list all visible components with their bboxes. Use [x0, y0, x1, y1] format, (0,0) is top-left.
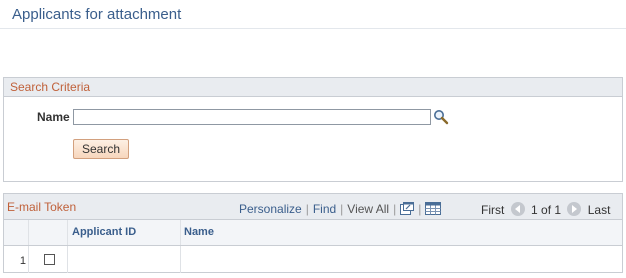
grid-title: E-mail Token [7, 200, 77, 214]
name-input[interactable] [73, 109, 431, 125]
row-select-checkbox[interactable] [44, 254, 55, 265]
name-cell [181, 246, 622, 273]
applicant-id-header-label: Applicant ID [72, 226, 137, 238]
column-header-name[interactable]: Name [181, 220, 622, 245]
new-window-icon[interactable] [400, 202, 415, 218]
applicant-id-cell [68, 246, 181, 273]
grid-header: E-mail Token Personalize | Find | View All | |… [4, 194, 622, 220]
row-number: 1 [19, 255, 26, 267]
row-number-cell: 1 [4, 246, 29, 273]
toolbar-separator: | [340, 202, 344, 217]
page-range: 1 of 1 [531, 203, 562, 217]
column-header-select [29, 220, 68, 245]
page-title: Applicants for attachment [12, 6, 182, 23]
name-label: Name [37, 110, 70, 124]
column-header-rownum [4, 220, 29, 245]
search-criteria-group: Search Criteria Name Search [3, 77, 623, 182]
last-label[interactable]: Last [588, 203, 611, 217]
name-header-label: Name [184, 226, 214, 238]
table-row: 1 [4, 246, 622, 273]
find-link[interactable]: Find [313, 202, 336, 216]
download-spreadsheet-icon[interactable] [425, 202, 442, 218]
column-header-applicant-id[interactable]: Applicant ID [68, 220, 181, 245]
grid-toolbar: Personalize | Find | View All | | [239, 202, 442, 218]
toolbar-separator: | [418, 202, 422, 217]
pager: First 1 of 1 Last [481, 202, 610, 217]
next-arrow-icon[interactable] [567, 202, 582, 216]
email-token-grid: E-mail Token Personalize | Find | View All | |… [3, 193, 623, 273]
view-all-link[interactable]: View All [347, 202, 389, 216]
previous-arrow-icon[interactable] [510, 202, 525, 216]
search-button[interactable]: Search [73, 139, 129, 159]
title-divider [0, 28, 626, 29]
personalize-link[interactable]: Personalize [239, 202, 302, 216]
lookup-icon[interactable] [433, 109, 449, 125]
column-header-row: Applicant ID Name [4, 220, 622, 246]
search-criteria-header: Search Criteria [4, 78, 622, 97]
toolbar-separator: | [305, 202, 309, 217]
first-label[interactable]: First [481, 203, 504, 217]
toolbar-separator: | [393, 202, 397, 217]
